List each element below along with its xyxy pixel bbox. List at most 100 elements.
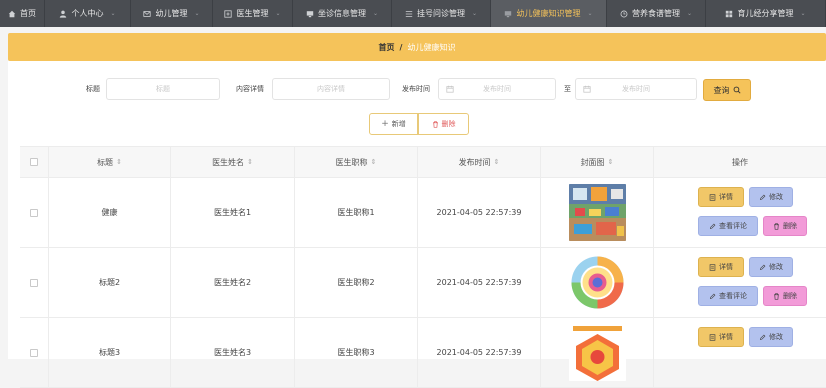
monitor-icon (505, 10, 512, 17)
batch-delete-label: 删除 (441, 120, 456, 128)
detail-button-label: 详情 (719, 333, 733, 341)
chevron-down-icon: ⌄ (372, 10, 379, 17)
chevron-down-icon: ⌄ (110, 10, 116, 17)
table-row: 标题3 医生姓名3 医生职称3 2021-04-05 22:57:39 详情 修… (20, 318, 826, 388)
delete-button-label: 删除 (783, 222, 797, 230)
delete-button-label: 删除 (783, 292, 797, 300)
select-all-cell (20, 147, 49, 177)
column-header-doctor-name[interactable]: 医生姓名 ⇕ (171, 147, 295, 177)
select-all-checkbox[interactable] (30, 158, 38, 166)
row-checkbox[interactable] (30, 278, 38, 287)
date-from-input[interactable]: 发布时间 (438, 78, 556, 100)
content-panel: 标题 标题 内容详情 内容详情 发布时间 发布时间 至 发布时间 查询 + 新增 (8, 61, 826, 388)
nav-item-child-management[interactable]: 幼儿管理 ⌄ (131, 0, 213, 27)
pencil-icon (759, 264, 766, 270)
cell-publish-time: 2021-04-05 22:57:39 (418, 178, 541, 247)
nav-item-health-knowledge[interactable]: 幼儿健康知识管理 ⌄ (491, 0, 607, 27)
edit-button-label: 修改 (769, 193, 783, 201)
nav-item-label: 育儿经分享管理 (737, 9, 794, 18)
date-to-placeholder: 发布时间 (622, 85, 650, 93)
list-icon (405, 10, 413, 17)
cell-actions: 详情 修改 查看评论 删除 (654, 248, 826, 317)
row-checkbox[interactable] (30, 208, 38, 217)
nav-item-label: 坐诊信息管理 (317, 9, 366, 18)
add-button-label: 新增 (391, 120, 406, 128)
add-button[interactable]: + 新增 (369, 113, 418, 135)
nav-item-label: 营养食谱管理 (631, 9, 680, 18)
nav-item-doctor-management[interactable]: 医生管理 ⌄ (213, 0, 293, 27)
batch-delete-button[interactable]: 删除 (418, 113, 469, 135)
detail-button-label: 详情 (719, 193, 733, 201)
search-button[interactable]: 查询 (703, 79, 751, 101)
cell-title: 标题2 (49, 248, 171, 317)
document-icon (709, 333, 716, 341)
pencil-icon (759, 194, 766, 200)
search-button-label: 查询 (713, 85, 730, 95)
breadcrumb: 首页 / 幼儿健康知识 (8, 33, 826, 61)
cell-doctor-name: 医生姓名3 (171, 318, 295, 387)
content-label: 内容详情 (236, 85, 264, 93)
cell-doctor-name: 医生姓名1 (171, 178, 295, 247)
cell-cover (541, 318, 654, 387)
sort-icon: ⇕ (607, 158, 614, 166)
monitor-icon (306, 10, 314, 17)
view-comments-button[interactable]: 查看评论 (698, 216, 758, 236)
chevron-down-icon: ⌄ (275, 10, 281, 17)
delete-button[interactable]: 删除 (763, 216, 807, 236)
edit-button[interactable]: 修改 (749, 187, 793, 207)
table-header: 标题 ⇕ 医生姓名 ⇕ 医生职称 ⇕ 发布时间 ⇕ 封面图 ⇕ 操作 (20, 146, 826, 178)
title-input[interactable]: 标题 (106, 78, 220, 100)
nav-item-nutrition-recipes[interactable]: 营养食谱管理 ⌄ (607, 0, 706, 27)
detail-button[interactable]: 详情 (698, 187, 744, 207)
cell-cover (541, 178, 654, 247)
detail-button[interactable]: 详情 (698, 257, 744, 277)
trash-icon (774, 222, 779, 230)
cell-title: 健康 (49, 178, 171, 247)
clock-icon (620, 10, 628, 17)
cell-publish-time: 2021-04-05 22:57:39 (418, 248, 541, 317)
search-icon (733, 86, 741, 94)
nav-item-home[interactable]: 首页 (0, 0, 45, 27)
trash-icon (774, 292, 779, 300)
column-header-cover[interactable]: 封面图 ⇕ (541, 147, 654, 177)
mail-icon (143, 10, 152, 17)
edit-button[interactable]: 修改 (749, 257, 793, 277)
column-header-publish-time[interactable]: 发布时间 ⇕ (418, 147, 541, 177)
nav-item-personal-center[interactable]: 个人中心 ⌄ (45, 0, 131, 27)
nav-item-parenting-share[interactable]: 育儿经分享管理 ⌄ (706, 0, 826, 27)
document-icon (709, 263, 716, 271)
row-checkbox[interactable] (30, 348, 38, 357)
nav-item-consultation-info[interactable]: 坐诊信息管理 ⌄ (293, 0, 392, 27)
row-select-cell (20, 318, 49, 387)
calendar-icon (583, 85, 591, 93)
detail-button[interactable]: 详情 (698, 327, 744, 347)
column-header-actions: 操作 (732, 157, 748, 167)
nav-item-registration[interactable]: 挂号问诊管理 ⌄ (392, 0, 491, 27)
column-header-doctor-title[interactable]: 医生职称 ⇕ (295, 147, 418, 177)
breadcrumb-home[interactable]: 首页 (379, 42, 395, 53)
row-select-cell (20, 248, 49, 317)
table-row: 健康 医生姓名1 医生职称1 2021-04-05 22:57:39 详情 修改… (20, 178, 826, 248)
home-icon (8, 10, 16, 17)
delete-button[interactable]: 删除 (763, 286, 807, 306)
view-comments-label: 查看评论 (719, 222, 747, 230)
view-comments-button[interactable]: 查看评论 (698, 286, 758, 306)
column-header-title[interactable]: 标题 ⇕ (49, 147, 171, 177)
cell-doctor-title: 医生职称3 (295, 318, 418, 387)
cover-image-infographic (568, 324, 626, 381)
row-select-cell (20, 178, 49, 247)
content-input[interactable]: 内容详情 (272, 78, 390, 100)
cell-doctor-name: 医生姓名2 (171, 248, 295, 317)
plus-icon: + (381, 119, 389, 129)
cell-publish-time: 2021-04-05 22:57:39 (418, 318, 541, 387)
sort-icon: ⇕ (493, 158, 500, 166)
chevron-down-icon: ⌄ (686, 10, 693, 17)
cell-cover (541, 248, 654, 317)
date-to-input[interactable]: 发布时间 (575, 78, 697, 100)
edit-button[interactable]: 修改 (749, 327, 793, 347)
nav-item-label: 幼儿管理 (155, 9, 188, 18)
sort-icon: ⇕ (247, 158, 253, 166)
pencil-icon (709, 293, 716, 299)
action-buttons: + 新增 删除 (8, 113, 826, 135)
sort-icon: ⇕ (116, 158, 122, 166)
